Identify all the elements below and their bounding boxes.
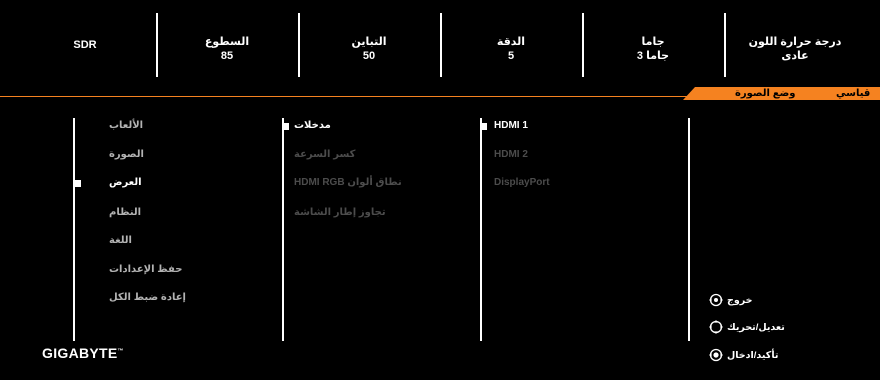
status-color-temp-label: درجة حرارة اللون	[748, 36, 842, 48]
main-menu-line	[73, 118, 75, 341]
status-brightness-label: السطوع	[204, 36, 250, 48]
tab-picture-mode[interactable]: وضع الصورة	[735, 88, 795, 100]
status-hdr-label: SDR	[73, 39, 97, 51]
trademark-mark: ™	[117, 348, 124, 355]
hint-exit-label: خروج	[727, 294, 753, 306]
joystick-updown-icon	[709, 320, 723, 334]
joystick-press-icon	[709, 348, 723, 362]
tab-standard[interactable]: قياسي	[836, 88, 870, 100]
hint-confirm: تأكيد/ادخال	[708, 346, 778, 364]
status-brightness: السطوع 85	[156, 13, 298, 77]
status-sharpness: الدقة 5	[440, 13, 582, 77]
menu-item-save-settings[interactable]: حفظ الإعدادات	[109, 264, 182, 275]
sub-item-rgb-range[interactable]: نطاق ألوان HDMI RGB	[294, 177, 402, 188]
status-contrast-value: 50	[362, 50, 376, 62]
menu-item-reset-all[interactable]: إعادة ضبط الكل	[109, 292, 186, 303]
status-gamma: جاما جاما 3	[582, 13, 724, 77]
menu-item-display[interactable]: العرض	[109, 177, 142, 188]
sub-selected-marker	[282, 123, 289, 130]
sub-menu-line	[282, 118, 284, 341]
hint-exit: خروج	[708, 291, 753, 309]
status-color-temp: درجة حرارة اللون عادى	[724, 13, 866, 77]
input-menu-line	[480, 118, 482, 341]
menu-item-picture[interactable]: الصورة	[109, 149, 144, 160]
input-hdmi1[interactable]: HDMI 1	[494, 120, 528, 131]
brand-name: GIGABYTE	[42, 345, 118, 361]
menu-item-language[interactable]: اللغة	[109, 235, 132, 246]
sub-item-overscan[interactable]: تجاوز إطار الشاشة	[294, 207, 386, 218]
menu-item-system[interactable]: النظام	[109, 207, 141, 218]
status-bar: SDR السطوع 85 التباين 50 الدقة 5 جاما جا…	[14, 13, 866, 77]
input-selected-marker	[480, 123, 487, 130]
status-contrast: التباين 50	[298, 13, 440, 77]
input-displayport[interactable]: DisplayPort	[494, 177, 550, 188]
gigabyte-logo: GIGABYTE™	[42, 345, 124, 361]
hint-move-label: تعديل/تحريك	[727, 321, 785, 333]
menu-item-gaming[interactable]: الألعاب	[109, 120, 143, 131]
hint-confirm-label: تأكيد/ادخال	[727, 349, 779, 361]
hint-line	[688, 118, 690, 341]
selected-marker	[74, 180, 81, 187]
status-contrast-label: التباين	[351, 36, 387, 48]
status-brightness-value: 85	[220, 50, 234, 62]
sub-item-input[interactable]: مدخلات	[294, 120, 331, 131]
input-hdmi2[interactable]: HDMI 2	[494, 149, 528, 160]
status-gamma-label: جاما	[641, 36, 665, 48]
status-sharpness-value: 5	[507, 50, 515, 62]
status-sharpness-label: الدقة	[496, 36, 526, 48]
sub-item-overdrive[interactable]: كسر السرعة	[294, 149, 355, 160]
hint-move: تعديل/تحريك	[708, 318, 785, 336]
status-hdr: SDR	[14, 13, 156, 77]
joystick-left-icon	[709, 293, 723, 307]
status-color-temp-value: عادى	[781, 50, 809, 62]
status-gamma-value: جاما 3	[636, 50, 670, 62]
